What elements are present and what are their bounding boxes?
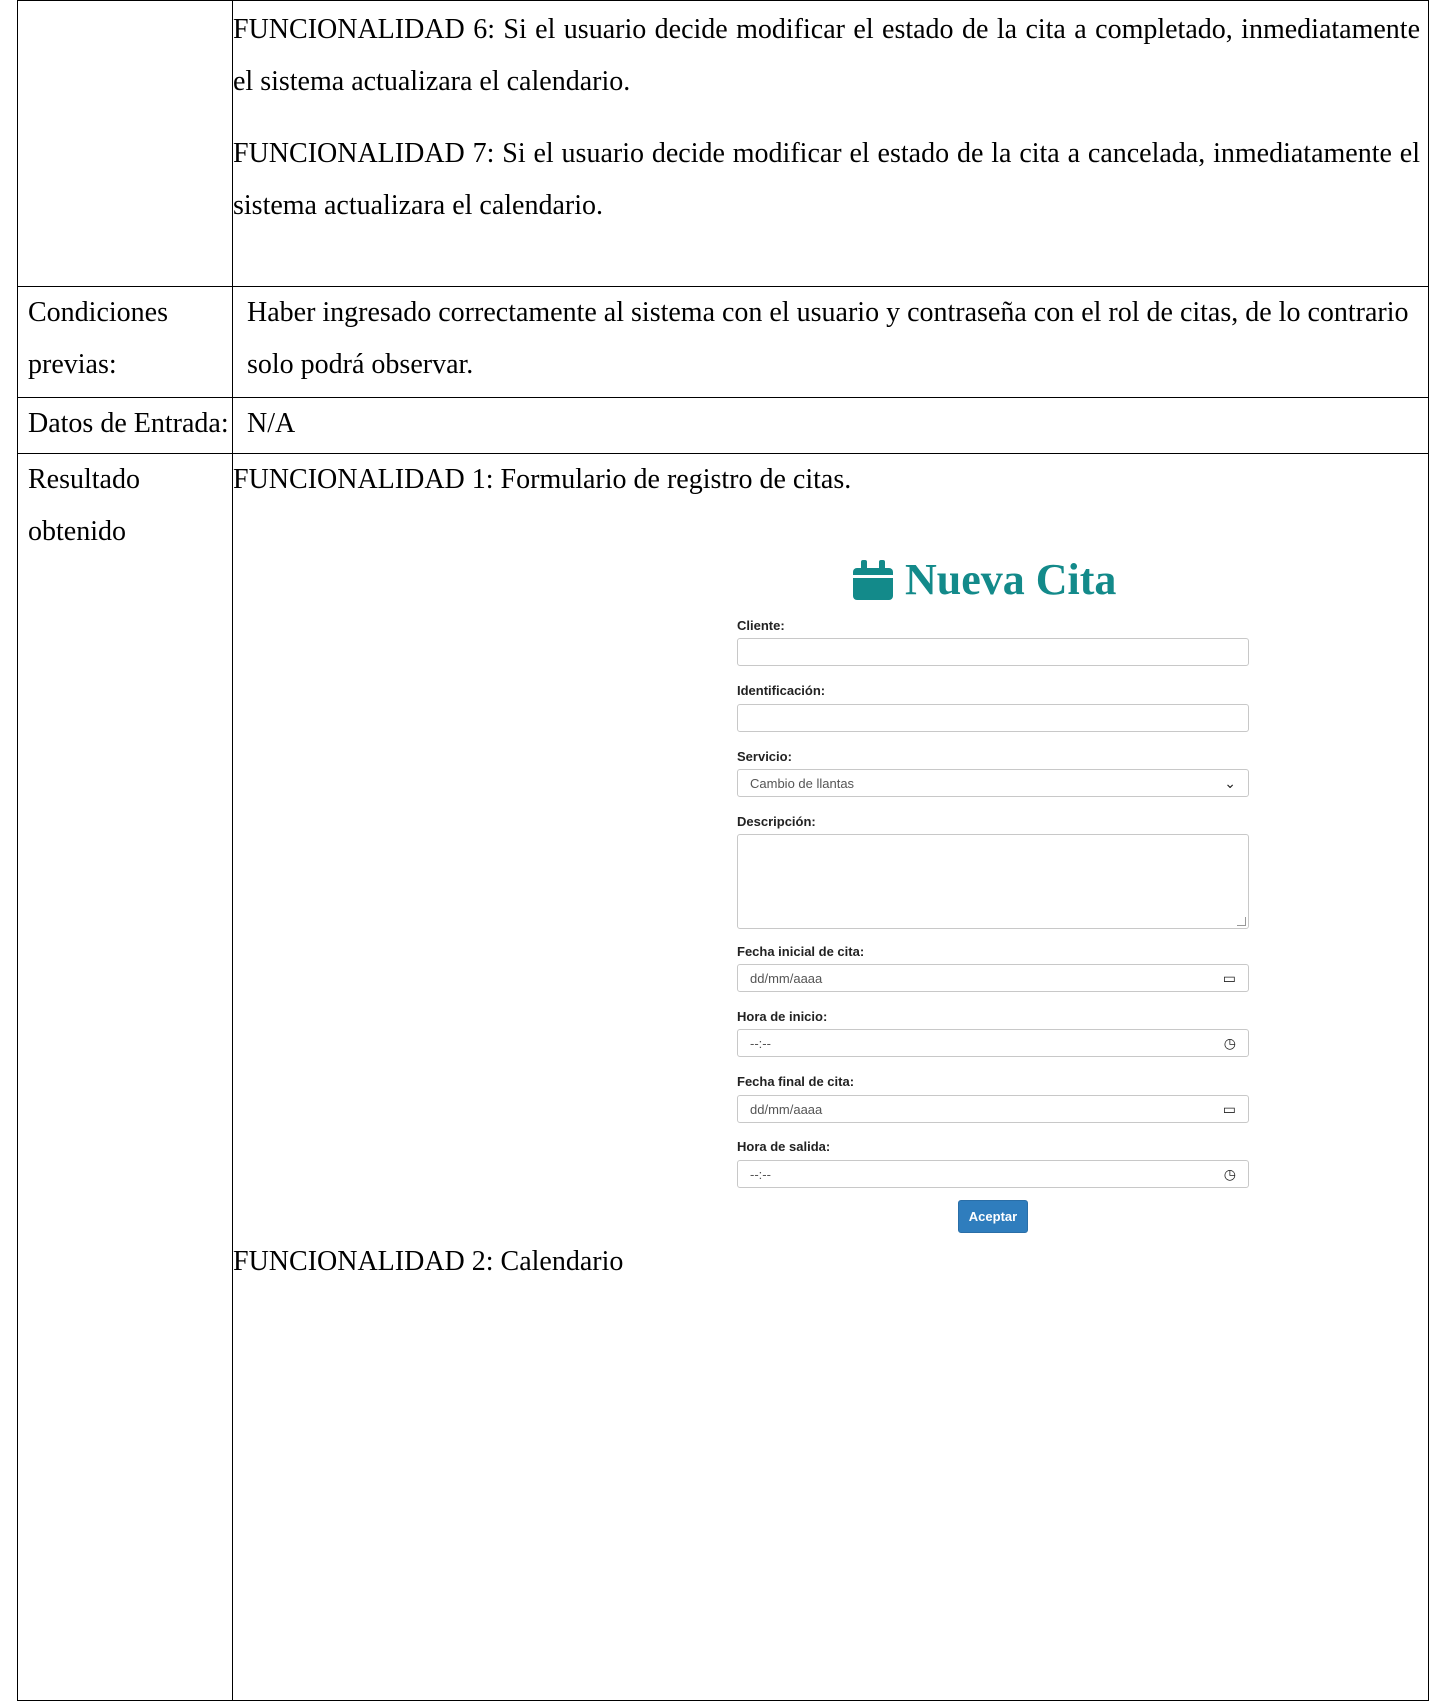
fecha-inicial-input[interactable]: dd/mm/aaaa ▭ [737,964,1249,992]
datos-value: N/A [247,408,296,439]
condiciones-text: Haber ingresado correctamente al sistema… [247,297,1409,380]
hora-inicio-label: Hora de inicio: [737,1009,828,1024]
hora-inicio-placeholder: --:-- [750,1036,771,1051]
resultado-value-cell: FUNCIONALIDAD 1: Formulario de registro … [232,453,1429,1701]
condiciones-label-line2: previas: [28,349,117,380]
clock-icon[interactable]: ◷ [1224,1166,1236,1183]
cliente-input[interactable] [737,638,1249,666]
descripcion-textarea[interactable] [737,834,1249,929]
identificacion-label: Identificación: [737,683,826,698]
datos-label-cell: Datos de Entrada: [17,397,233,454]
condiciones-label-cell: Condiciones previas: [17,286,233,398]
funcionalidad-1-text: FUNCIONALIDAD 1: Formulario de registro … [233,464,852,495]
funcionalidad-6-text: FUNCIONALIDAD 6: Si el usuario decide mo… [233,14,1420,97]
fecha-inicial-label: Fecha inicial de cita: [737,944,865,959]
hora-inicio-input[interactable]: --:-- ◷ [737,1029,1249,1057]
calendar-picker-icon[interactable]: ▭ [1223,1101,1236,1118]
hora-salida-input[interactable]: --:-- ◷ [737,1160,1249,1188]
resultado-label-line2: obtenido [28,516,126,547]
use-case-table: FUNCIONALIDAD 6: Si el usuario decide mo… [17,0,1429,1701]
servicio-selected-value: Cambio de llantas [750,776,855,791]
resultado-label-line1: Resultado [28,464,140,495]
funcionalidad-7-text: FUNCIONALIDAD 7: Si el usuario decide mo… [233,138,1420,221]
nueva-cita-screenshot: FUNCIONALIDAD 1: Formulario de registro … [233,454,1428,1700]
servicio-select[interactable]: Cambio de llantas ⌄ [737,769,1249,797]
chevron-down-icon: ⌄ [1224,775,1236,791]
form-title: Nueva Cita [905,555,1117,604]
resultado-label-cell: Resultado obtenido [17,453,233,1701]
fecha-final-input[interactable]: dd/mm/aaaa ▭ [737,1095,1249,1123]
servicio-label: Servicio: [737,749,792,764]
hora-salida-placeholder: --:-- [750,1167,771,1182]
cliente-label: Cliente: [737,618,785,633]
funcionalidad-2-text: FUNCIONALIDAD 2: Calendario [233,1246,624,1277]
condiciones-label-line1: Condiciones [28,297,168,328]
empty-label-cell [17,0,233,287]
clock-icon[interactable]: ◷ [1224,1035,1236,1052]
resize-grip-icon[interactable] [1237,917,1246,926]
fecha-inicial-placeholder: dd/mm/aaaa [750,971,823,986]
descripcion-label: Descripción: [737,814,816,829]
form-heading: Nueva Cita [853,554,1116,605]
fecha-final-placeholder: dd/mm/aaaa [750,1102,823,1117]
hora-salida-label: Hora de salida: [737,1139,831,1154]
calendar-icon [853,559,893,600]
condiciones-value-cell: Haber ingresado correctamente al sistema… [232,286,1429,398]
aceptar-button[interactable]: Aceptar [958,1200,1028,1233]
identificacion-input[interactable] [737,704,1249,732]
funcionalidades-cell: FUNCIONALIDAD 6: Si el usuario decide mo… [232,0,1429,287]
datos-value-cell: N/A [232,397,1429,454]
fecha-final-label: Fecha final de cita: [737,1074,855,1089]
calendar-picker-icon[interactable]: ▭ [1223,970,1236,987]
datos-label: Datos de Entrada: [28,408,229,439]
